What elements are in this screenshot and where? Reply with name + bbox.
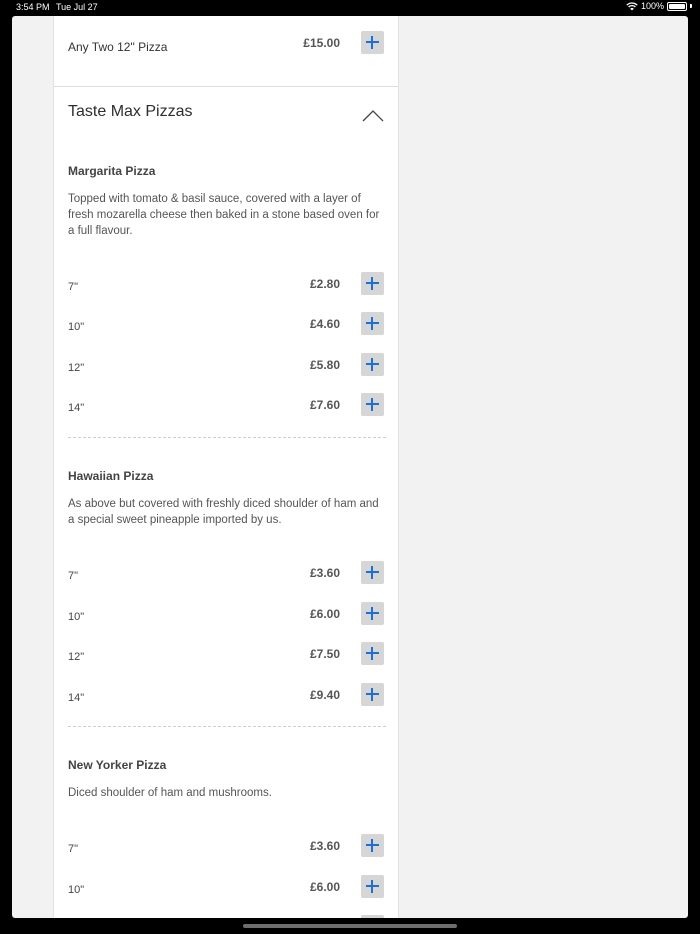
chevron-up-icon[interactable] xyxy=(362,110,384,122)
item-divider xyxy=(68,726,386,727)
size-price: £6.00 xyxy=(309,880,340,894)
add-to-basket-button[interactable] xyxy=(361,393,384,416)
size-label: 7" xyxy=(68,843,79,855)
menu-panel[interactable]: Any Two 12" Pizza £15.00 Taste Max Pizza… xyxy=(53,16,399,918)
size-price: £7.50 xyxy=(309,647,340,661)
pizza-description: Diced shoulder of ham and mushrooms. xyxy=(68,787,272,799)
status-date: Tue Jul 27 xyxy=(56,2,98,12)
size-label: 7" xyxy=(68,281,79,293)
size-label: 12" xyxy=(68,651,85,663)
deal-item-price: £15.00 xyxy=(303,36,340,50)
size-label: 10" xyxy=(68,321,85,333)
app-screen: Any Two 12" Pizza £15.00 Taste Max Pizza… xyxy=(12,16,688,918)
size-label: 10" xyxy=(68,611,85,623)
size-price: £6.00 xyxy=(309,607,340,621)
size-price: £4.60 xyxy=(309,317,340,331)
add-to-basket-button[interactable] xyxy=(361,915,384,918)
size-label: 7" xyxy=(68,570,79,582)
size-price: £7.60 xyxy=(309,398,340,412)
size-label: 14" xyxy=(68,692,85,704)
section-title: Taste Max Pizzas xyxy=(68,103,193,120)
add-to-basket-button[interactable] xyxy=(361,602,384,625)
add-to-basket-button[interactable] xyxy=(361,312,384,335)
add-to-basket-button[interactable] xyxy=(361,353,384,376)
pizza-description: Topped with tomato & basil sauce, covere… xyxy=(68,193,380,237)
pizza-description: As above but covered with freshly diced … xyxy=(68,498,379,526)
status-bar: 3:54 PM Tue Jul 27 100% xyxy=(0,0,700,16)
deal-item-name: Any Two 12" Pizza xyxy=(68,40,168,54)
size-price: £3.60 xyxy=(309,839,340,853)
add-to-basket-button[interactable] xyxy=(361,272,384,295)
size-price: £2.80 xyxy=(309,277,340,291)
section-divider xyxy=(54,86,398,87)
item-divider xyxy=(68,437,386,438)
home-indicator[interactable] xyxy=(243,924,457,928)
size-label: 10" xyxy=(68,884,85,896)
pizza-name: Margarita Pizza xyxy=(68,164,156,178)
status-indicators: 100% xyxy=(626,1,692,11)
wifi-icon xyxy=(626,1,638,10)
add-deal-button[interactable] xyxy=(361,31,384,54)
add-to-basket-button[interactable] xyxy=(361,834,384,857)
add-to-basket-button[interactable] xyxy=(361,561,384,584)
add-to-basket-button[interactable] xyxy=(361,683,384,706)
battery-tip xyxy=(690,4,692,8)
add-to-basket-button[interactable] xyxy=(361,875,384,898)
size-label: 12" xyxy=(68,362,85,374)
pizza-name: New Yorker Pizza xyxy=(68,758,167,772)
size-price: £9.40 xyxy=(309,688,340,702)
battery-percent: 100% xyxy=(640,1,664,11)
pizza-name: Hawaiian Pizza xyxy=(68,469,154,483)
size-label: 14" xyxy=(68,402,85,414)
size-price: £5.80 xyxy=(309,358,340,372)
size-price: £3.60 xyxy=(309,566,340,580)
add-to-basket-button[interactable] xyxy=(361,642,384,665)
battery-icon xyxy=(667,1,687,11)
status-time: 3:54 PM xyxy=(16,2,50,12)
